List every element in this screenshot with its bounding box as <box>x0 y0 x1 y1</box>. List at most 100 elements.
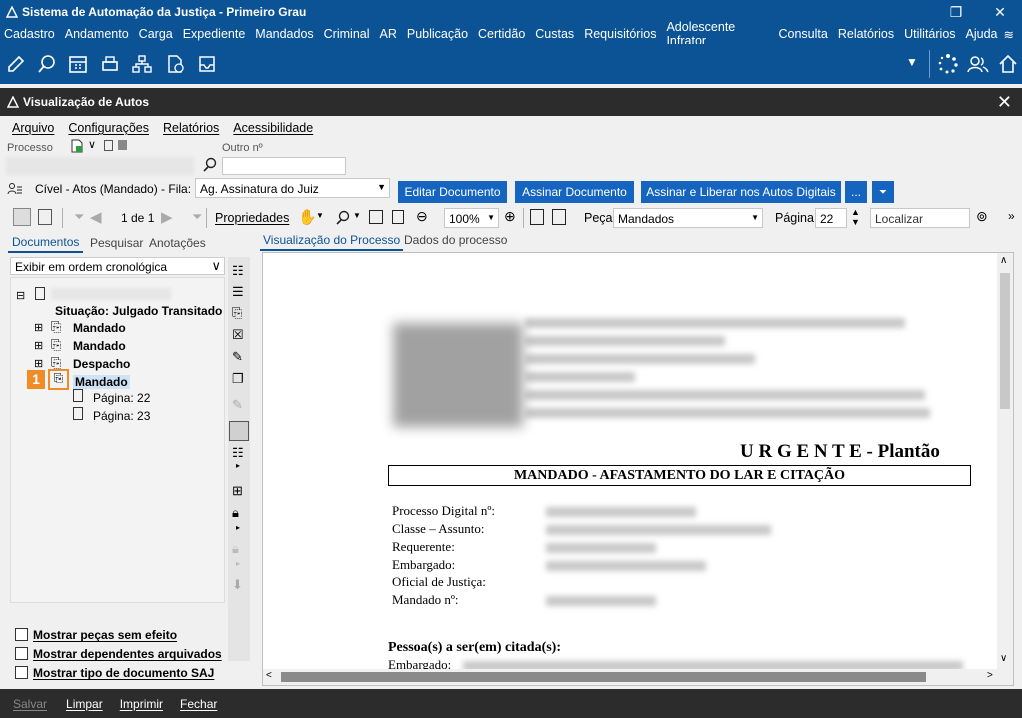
menu-requisitorios[interactable]: Requisitórios <box>584 27 656 41</box>
search-doc-icon[interactable] <box>36 53 58 75</box>
users-icon[interactable] <box>967 53 989 75</box>
checkbox-tipo-saj-label[interactable]: Mostrar tipo de documento SAJ <box>33 666 214 680</box>
tree-item-mandado[interactable]: Mandado <box>73 321 126 335</box>
menu-expediente[interactable]: Expediente <box>183 27 246 41</box>
chevron-down-icon[interactable]: ∨ <box>211 258 221 274</box>
scroll-up-icon[interactable]: ∧ <box>1000 255 1007 266</box>
restore-icon[interactable]: ❐ <box>934 4 978 21</box>
prev-page-icon[interactable]: ◀ <box>90 208 102 226</box>
menu-configuracoes[interactable]: Configurações <box>68 121 149 135</box>
page-view-icon[interactable] <box>13 208 31 226</box>
copy-docs-icon[interactable]: ❐ <box>232 371 244 387</box>
list-icon[interactable]: ☰ <box>232 284 244 300</box>
expand-icon[interactable]: ⊞ <box>34 321 43 334</box>
tree-view-icon[interactable]: ☷ <box>232 263 244 279</box>
block-icon[interactable] <box>118 140 127 150</box>
expand-arrow-icon[interactable]: ▸ <box>236 523 240 532</box>
assinar-documento-button[interactable]: Assinar Documento <box>515 181 634 203</box>
menu-mandados[interactable]: Mandados <box>255 27 313 41</box>
doc-x-icon[interactable]: ☒ <box>232 327 244 343</box>
menu-utilitarios[interactable]: Utilitários <box>904 27 955 41</box>
note-icon[interactable] <box>104 140 113 151</box>
doc-add-icon[interactable] <box>530 209 544 225</box>
menu-criminal[interactable]: Criminal <box>324 27 370 41</box>
imprimir-button[interactable]: Imprimir <box>120 697 163 711</box>
collapse-icon[interactable]: ⊟ <box>16 289 25 302</box>
checkbox-arquivados-label[interactable]: Mostrar dependentes arquivados <box>33 647 222 661</box>
inbox-icon[interactable] <box>196 53 218 75</box>
close-icon[interactable]: ✕ <box>997 92 1012 113</box>
tab-pesquisar[interactable]: Pesquisar <box>86 233 147 253</box>
doc-move-icon[interactable] <box>552 209 566 225</box>
menu-relatorios[interactable]: Relatórios <box>838 27 894 41</box>
tab-anotacoes[interactable]: Anotações <box>145 233 210 253</box>
limpar-button[interactable]: Limpar <box>66 697 103 711</box>
pagina-input[interactable]: 22 <box>815 208 847 228</box>
tree-add-icon[interactable]: ☷ <box>232 445 244 461</box>
menu-relatorios-window[interactable]: Relatórios <box>163 121 219 135</box>
dropdown-arrow-icon[interactable]: ▼ <box>353 211 361 220</box>
fila-select[interactable]: Ag. Assinatura do Juiz ▼ <box>195 178 390 198</box>
propriedades-button[interactable]: Propriedades <box>215 211 289 225</box>
document-viewer[interactable]: U R G E N T E - Plantão MANDADO - AFASTA… <box>262 252 1014 686</box>
vertical-scrollbar[interactable]: ∧ ∨ <box>997 253 1013 669</box>
add-page-icon[interactable] <box>164 53 186 75</box>
checkbox-sem-efeito[interactable] <box>15 628 28 641</box>
dropdown-arrow-icon[interactable]: ▼ <box>316 211 324 220</box>
calendar-icon[interactable] <box>67 53 89 75</box>
tab-visualizacao[interactable]: Visualização do Processo <box>260 233 404 251</box>
tree-page[interactable]: Página: 23 <box>93 409 150 423</box>
last-page-icon[interactable]: ⏷ <box>192 209 202 225</box>
binoculars-icon[interactable]: ⊚ <box>976 208 988 225</box>
scroll-thumb[interactable] <box>1000 273 1010 409</box>
scroll-thumb[interactable] <box>281 672 926 682</box>
next-page-icon[interactable]: ▶ <box>161 208 173 226</box>
note-active-icon[interactable] <box>229 421 249 441</box>
expand-icon[interactable]: ⊞ <box>34 357 43 370</box>
dropdown-arrow-icon[interactable]: ▼ <box>377 182 386 192</box>
seal-icon[interactable]: ⎘ <box>232 305 242 321</box>
checkbox-sem-efeito-label[interactable]: Mostrar peças sem efeito <box>33 628 177 642</box>
menu-carga[interactable]: Carga <box>139 27 173 41</box>
menu-cadastro[interactable]: Cadastro <box>4 27 55 41</box>
zoom-icon[interactable] <box>335 210 351 226</box>
spin-icon[interactable]: ▲ ▼ <box>851 207 860 227</box>
menu-andamento[interactable]: Andamento <box>65 27 129 41</box>
menu-certidao[interactable]: Certidão <box>478 27 525 41</box>
outro-input[interactable] <box>222 157 346 175</box>
printer-icon[interactable] <box>99 53 121 75</box>
filter-icon[interactable]: ⏷ <box>872 181 894 203</box>
horizontal-scrollbar[interactable]: < > <box>263 669 1013 685</box>
menu-consulta[interactable]: Consulta <box>779 27 828 41</box>
chevron-down-icon[interactable]: ∨ <box>88 138 96 151</box>
tab-dados-processo[interactable]: Dados do processo <box>401 233 510 251</box>
expand-icon[interactable]: ⊞ <box>34 339 43 352</box>
doc-green-icon[interactable] <box>70 139 84 153</box>
fit-width-icon[interactable] <box>369 210 383 224</box>
scroll-left-icon[interactable]: < <box>266 670 272 681</box>
menu-arquivo[interactable]: Arquivo <box>12 121 54 135</box>
more-button[interactable]: ... <box>845 181 867 203</box>
menu-acessibilidade[interactable]: Acessibilidade <box>233 121 313 135</box>
dropdown-arrow-icon[interactable]: ▼ <box>906 55 918 69</box>
checkbox-tipo-saj[interactable] <box>15 666 28 679</box>
sign-icon[interactable]: ✎ <box>232 349 243 365</box>
processo-input[interactable] <box>6 157 194 175</box>
scroll-right-icon[interactable]: > <box>987 670 993 681</box>
expand-arrow-icon[interactable]: ▸ <box>236 461 240 470</box>
hand-tool-icon[interactable]: ✋ <box>298 208 317 226</box>
first-page-icon[interactable]: ⏷ <box>74 209 84 225</box>
tree-item-mandado[interactable]: Mandado <box>73 339 126 353</box>
order-select[interactable]: Exibir em ordem cronológica ∨ <box>10 257 225 275</box>
dropdown-arrow-icon[interactable]: ▼ <box>487 213 495 222</box>
zoom-select[interactable]: 100% ▼ <box>444 208 499 228</box>
close-icon[interactable]: ✕ <box>978 4 1022 21</box>
home-icon[interactable] <box>997 53 1019 75</box>
copy-icon[interactable] <box>38 209 52 225</box>
overflow-icon[interactable]: » <box>1008 209 1015 223</box>
tree-item-mandado-selected[interactable]: Mandado <box>73 375 130 389</box>
menu-ajuda[interactable]: Ajuda <box>966 27 998 41</box>
fechar-button[interactable]: Fechar <box>180 697 217 711</box>
peca-select[interactable]: Mandados ▼ <box>613 208 763 228</box>
editar-documento-button[interactable]: Editar Documento <box>398 181 507 203</box>
